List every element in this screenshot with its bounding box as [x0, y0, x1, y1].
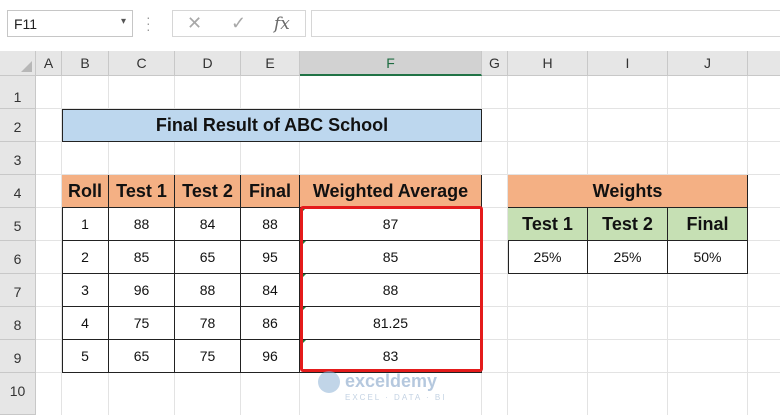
- table-cell[interactable]: 84: [241, 274, 300, 307]
- table-cell[interactable]: 75: [175, 340, 241, 373]
- row-header-8[interactable]: 8: [0, 307, 36, 340]
- column-header-e[interactable]: E: [241, 51, 300, 76]
- sheet-title[interactable]: Final Result of ABC School: [62, 109, 482, 142]
- column-header-b[interactable]: B: [62, 51, 109, 76]
- table-cell[interactable]: 84: [175, 208, 241, 241]
- row-header-7[interactable]: 7: [0, 274, 36, 307]
- row-header-1[interactable]: 1: [0, 76, 36, 109]
- row-header-9[interactable]: 9: [0, 340, 36, 373]
- row-header-5[interactable]: 5: [0, 208, 36, 241]
- column-header-h[interactable]: H: [508, 51, 588, 76]
- weights-header-test-1[interactable]: Test 1: [508, 208, 588, 241]
- table-cell[interactable]: 2: [62, 241, 109, 274]
- exceldemy-watermark: exceldemy EXCEL · DATA · BI: [318, 368, 468, 408]
- header-test-2[interactable]: Test 2: [175, 175, 241, 208]
- exceldemy-logo-icon: [318, 371, 340, 393]
- formula-bar: F11 ▾ · · · ✕ ✓ fx: [0, 0, 780, 52]
- column-header-a[interactable]: A: [36, 51, 62, 76]
- weight-final-value[interactable]: 50%: [668, 241, 748, 274]
- formula-buttons: ✕ ✓ fx: [172, 10, 306, 37]
- enter-icon[interactable]: ✓: [231, 13, 246, 34]
- separator-dots-icon: · · ·: [146, 9, 151, 37]
- highlight-box: [300, 206, 483, 372]
- table-cell[interactable]: 95: [241, 241, 300, 274]
- function-icon[interactable]: fx: [274, 14, 290, 34]
- name-box-value: F11: [14, 16, 38, 32]
- watermark-name: exceldemy: [345, 371, 438, 391]
- name-box[interactable]: F11 ▾: [7, 10, 133, 37]
- column-header-k[interactable]: [748, 51, 780, 76]
- table-cell[interactable]: 65: [109, 340, 175, 373]
- table-cell[interactable]: 75: [109, 307, 175, 340]
- row-header-10[interactable]: 10: [0, 373, 36, 415]
- table-cell[interactable]: 65: [175, 241, 241, 274]
- row-header-4[interactable]: 4: [0, 175, 36, 208]
- table-cell[interactable]: 4: [62, 307, 109, 340]
- formula-input[interactable]: [311, 10, 780, 37]
- header-weighted-average[interactable]: Weighted Average: [300, 175, 482, 208]
- weights-title[interactable]: Weights: [508, 175, 748, 208]
- table-cell[interactable]: 85: [109, 241, 175, 274]
- column-header-j[interactable]: J: [668, 51, 748, 76]
- row-header-3[interactable]: 3: [0, 142, 36, 175]
- column-header-i[interactable]: I: [588, 51, 668, 76]
- header-roll[interactable]: Roll: [62, 175, 109, 208]
- column-header-g[interactable]: G: [482, 51, 508, 76]
- weights-header-test-2[interactable]: Test 2: [588, 208, 668, 241]
- table-cell[interactable]: 3: [62, 274, 109, 307]
- table-cell[interactable]: 88: [109, 208, 175, 241]
- table-cell[interactable]: 96: [109, 274, 175, 307]
- header-test-1[interactable]: Test 1: [109, 175, 175, 208]
- watermark-tagline: EXCEL · DATA · BI: [345, 393, 447, 402]
- column-header-f[interactable]: F: [300, 51, 482, 76]
- weight-test-1-value[interactable]: 25%: [508, 241, 588, 274]
- column-header-c[interactable]: C: [109, 51, 175, 76]
- table-cell[interactable]: 96: [241, 340, 300, 373]
- row-header-6[interactable]: 6: [0, 241, 36, 274]
- table-cell[interactable]: 88: [175, 274, 241, 307]
- dropdown-icon[interactable]: ▾: [121, 16, 126, 27]
- table-cell[interactable]: 78: [175, 307, 241, 340]
- weights-header-final[interactable]: Final: [668, 208, 748, 241]
- column-header-d[interactable]: D: [175, 51, 241, 76]
- header-final[interactable]: Final: [241, 175, 300, 208]
- table-cell[interactable]: 5: [62, 340, 109, 373]
- weight-test-2-value[interactable]: 25%: [588, 241, 668, 274]
- select-all-corner[interactable]: [0, 51, 36, 76]
- table-cell[interactable]: 86: [241, 307, 300, 340]
- table-cell[interactable]: 88: [241, 208, 300, 241]
- table-cell[interactable]: 1: [62, 208, 109, 241]
- cancel-icon[interactable]: ✕: [187, 13, 202, 34]
- row-header-2[interactable]: 2: [0, 109, 36, 142]
